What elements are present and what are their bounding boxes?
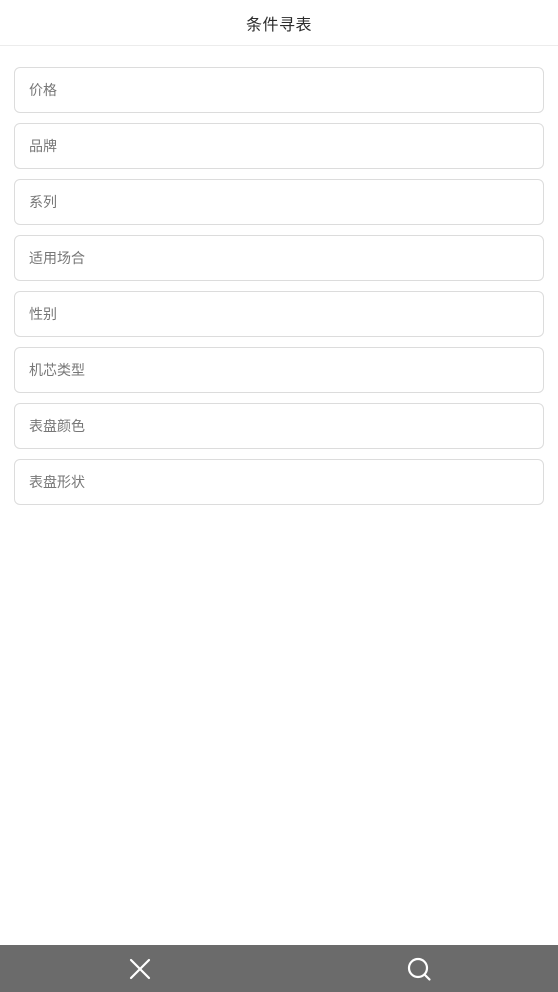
brand-filter[interactable]: 品牌 — [14, 123, 544, 169]
filter-label: 适用场合 — [29, 251, 85, 267]
header-bar: 条件寻表 — [0, 0, 558, 46]
filter-list: 价格 品牌 系列 适用场合 性别 机芯类型 表盘颜色 表盘形状 — [14, 67, 544, 515]
page-title: 条件寻表 — [245, 14, 312, 34]
dial-shape-filter[interactable]: 表盘形状 — [14, 459, 544, 505]
gender-filter[interactable]: 性别 — [14, 291, 544, 337]
search-button[interactable] — [279, 945, 558, 992]
bottom-toolbar — [0, 945, 558, 992]
filter-label: 系列 — [29, 195, 57, 211]
filter-label: 机芯类型 — [29, 363, 85, 379]
filter-label: 价格 — [29, 83, 57, 99]
search-icon — [407, 957, 431, 981]
filter-label: 表盘形状 — [29, 475, 85, 491]
price-filter[interactable]: 价格 — [14, 67, 544, 113]
close-icon — [129, 958, 150, 979]
occasion-filter[interactable]: 适用场合 — [14, 235, 544, 281]
movement-type-filter[interactable]: 机芯类型 — [14, 347, 544, 393]
filter-label: 品牌 — [29, 139, 57, 155]
filter-label: 性别 — [29, 307, 57, 323]
close-button[interactable] — [0, 945, 279, 992]
series-filter[interactable]: 系列 — [14, 179, 544, 225]
dial-color-filter[interactable]: 表盘颜色 — [14, 403, 544, 449]
filter-label: 表盘颜色 — [29, 419, 85, 435]
